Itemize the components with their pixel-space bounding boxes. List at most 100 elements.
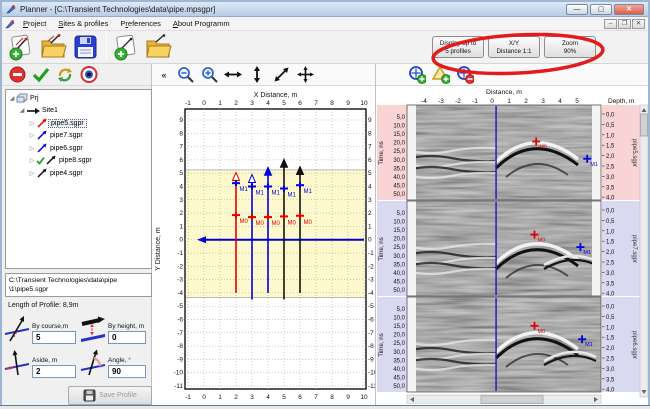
x-tick-label: 6 (298, 100, 302, 107)
remove-mark-button[interactable] (456, 66, 474, 84)
expander-icon[interactable]: ◢ (18, 107, 26, 114)
expander-icon[interactable]: ◢ (8, 95, 16, 102)
expander-icon[interactable]: ▷ (28, 132, 36, 139)
by-height-input[interactable] (108, 331, 146, 344)
scale-vertical-icon[interactable] (248, 66, 266, 84)
project-tree: ◢Prj◢Site1▷pipe5.sgpr▷pipe7.sgpr▷pipe6.s… (5, 89, 152, 269)
radar-mark-label: M0 (538, 329, 546, 335)
depth-tick-label: 3,0 (606, 367, 615, 373)
view-button[interactable] (80, 66, 98, 84)
expander-icon[interactable]: ▷ (28, 120, 36, 127)
tree-label[interactable]: Prj (28, 95, 41, 102)
minimize-button[interactable]: — (566, 4, 588, 15)
tree-label[interactable]: pipe6.sgpr (48, 145, 85, 152)
add-mark-button[interactable] (408, 66, 426, 84)
time-tick-label: 5,0 (397, 115, 406, 121)
maximize-button[interactable]: ▢ (590, 4, 612, 15)
y-tick-label: 7 (179, 144, 183, 151)
time-tick-label: 15,0 (393, 324, 405, 330)
y-tick-label: 1 (368, 223, 372, 230)
refresh-button[interactable] (56, 66, 74, 84)
view-setting-button-2[interactable]: Zoom90% (544, 36, 596, 58)
new-site-button[interactable] (6, 33, 36, 62)
tree-label[interactable]: pipe5.sgpr (48, 119, 87, 128)
mark-label: M1 (272, 191, 281, 197)
tree-label[interactable]: Site1 (40, 107, 60, 114)
tree-row-pipe8-sgpr[interactable]: ▷ pipe8.sgpr (6, 155, 151, 168)
tree-row-site1[interactable]: ◢ Site1 (6, 105, 151, 118)
tree-row-pipe7-sgpr[interactable]: ▷ pipe7.sgpr (6, 130, 151, 143)
window-title: Planner - [C:\Transient Technologies\dat… (20, 5, 564, 14)
aside-input[interactable] (32, 365, 76, 378)
remove-button[interactable] (8, 66, 26, 84)
zoom-in-icon[interactable] (200, 66, 218, 84)
save-profile-button[interactable]: Save Profile (68, 386, 152, 405)
time-tick-label: 30,0 (393, 158, 405, 164)
close-button[interactable]: ✕ (614, 4, 644, 15)
tree-label[interactable]: pipe7.sgpr (48, 132, 85, 139)
y-tick-label: 2 (368, 210, 372, 217)
time-tick-label: 35,0 (393, 166, 405, 172)
menu-item-sites-profiles[interactable]: Sites & profiles (52, 18, 114, 29)
save-project-button[interactable] (70, 33, 100, 62)
depth-tick-label: 4,0 (606, 292, 615, 298)
expander-icon[interactable]: ▷ (28, 170, 36, 177)
y-tick-label: -11 (174, 383, 183, 390)
new-profile-button[interactable] (111, 33, 141, 62)
open-project-button[interactable] (38, 33, 68, 62)
radargram-image[interactable] (407, 297, 601, 392)
distance-tick-label: -1 (472, 98, 478, 105)
zoom-out-icon[interactable] (176, 66, 194, 84)
x-tick-label: -1 (185, 100, 191, 107)
x-tick-label: 10 (360, 394, 368, 401)
depth-tick-label: 2,5 (606, 357, 615, 363)
menu-item-preferences[interactable]: Preferences (114, 18, 166, 29)
radargram-image[interactable] (407, 201, 601, 296)
vertical-scroll-thumb[interactable] (641, 114, 648, 136)
depth-tick-label: 0,5 (606, 315, 615, 321)
profile-plan-canvas[interactable]: -1-1001122334455667788991010998877665544… (152, 86, 375, 404)
add-triangle-mark-button[interactable] (432, 66, 450, 84)
y-tick-label: 3 (179, 197, 183, 204)
view-setting-button-0[interactable]: Display up to5 profiles (432, 36, 484, 58)
y-tick-label: -5 (368, 303, 374, 310)
field-angle: Angle, ° (80, 348, 154, 378)
scale-diagonal-icon[interactable] (272, 66, 290, 84)
tree-row-prj[interactable]: ◢ Prj (6, 92, 151, 105)
radar-mark-label: M0 (538, 238, 546, 244)
radargram-image[interactable] (407, 105, 601, 200)
scale-horizontal-icon[interactable] (224, 66, 242, 84)
by-course-label: By course,m (32, 323, 76, 330)
x-tick-label: -1 (185, 394, 191, 401)
by-course-input[interactable] (32, 331, 76, 344)
radar-mark-label: M1 (590, 162, 598, 168)
field-by-height: By height, m (80, 314, 154, 344)
menu-item-about-programm[interactable]: About Programm (167, 18, 236, 29)
apply-button[interactable] (32, 66, 50, 84)
horizontal-scroll-thumb[interactable] (481, 396, 543, 403)
view-setting-button-1[interactable]: X/YDistance 1:1 (488, 36, 540, 58)
profile-arrow-icon (36, 130, 48, 141)
tree-label[interactable]: pipe8.sgpr (57, 157, 94, 164)
tree-row-pipe4-sgpr[interactable]: ▷ pipe4.sgpr (6, 167, 151, 180)
expander-icon[interactable]: ▷ (28, 145, 36, 152)
tree-row-pipe6-sgpr[interactable]: ▷ pipe6.sgpr (6, 142, 151, 155)
mdi-minimize-button[interactable]: – (604, 19, 617, 29)
vertical-scrollbar[interactable] (640, 105, 648, 397)
menu-item-project[interactable]: Project (17, 18, 52, 29)
angle-input[interactable] (108, 365, 146, 378)
tree-row-pipe5-sgpr[interactable]: ▷ pipe5.sgpr (6, 117, 151, 130)
tree-label[interactable]: pipe4.sgpr (48, 170, 85, 177)
open-profile-button[interactable] (143, 33, 173, 62)
time-tick-label: 20,0 (393, 141, 405, 147)
mdi-restore-button[interactable]: ❐ (618, 19, 631, 29)
y-tick-label: -1 (177, 250, 183, 257)
depth-tick-label: 4,0 (606, 196, 615, 202)
pan-icon[interactable] (296, 66, 314, 84)
expander-icon[interactable]: ▷ (28, 157, 36, 164)
plot-title: X Distance, m (254, 92, 298, 99)
mdi-close-button[interactable]: ✕ (632, 19, 645, 29)
section-name-label: pipe7.sgpr (631, 235, 637, 263)
collapse-panel-button[interactable]: « (158, 70, 170, 80)
radargram-canvas[interactable]: Distance, m-4-3-2-1012345Depth, mTime, n… (376, 86, 648, 404)
